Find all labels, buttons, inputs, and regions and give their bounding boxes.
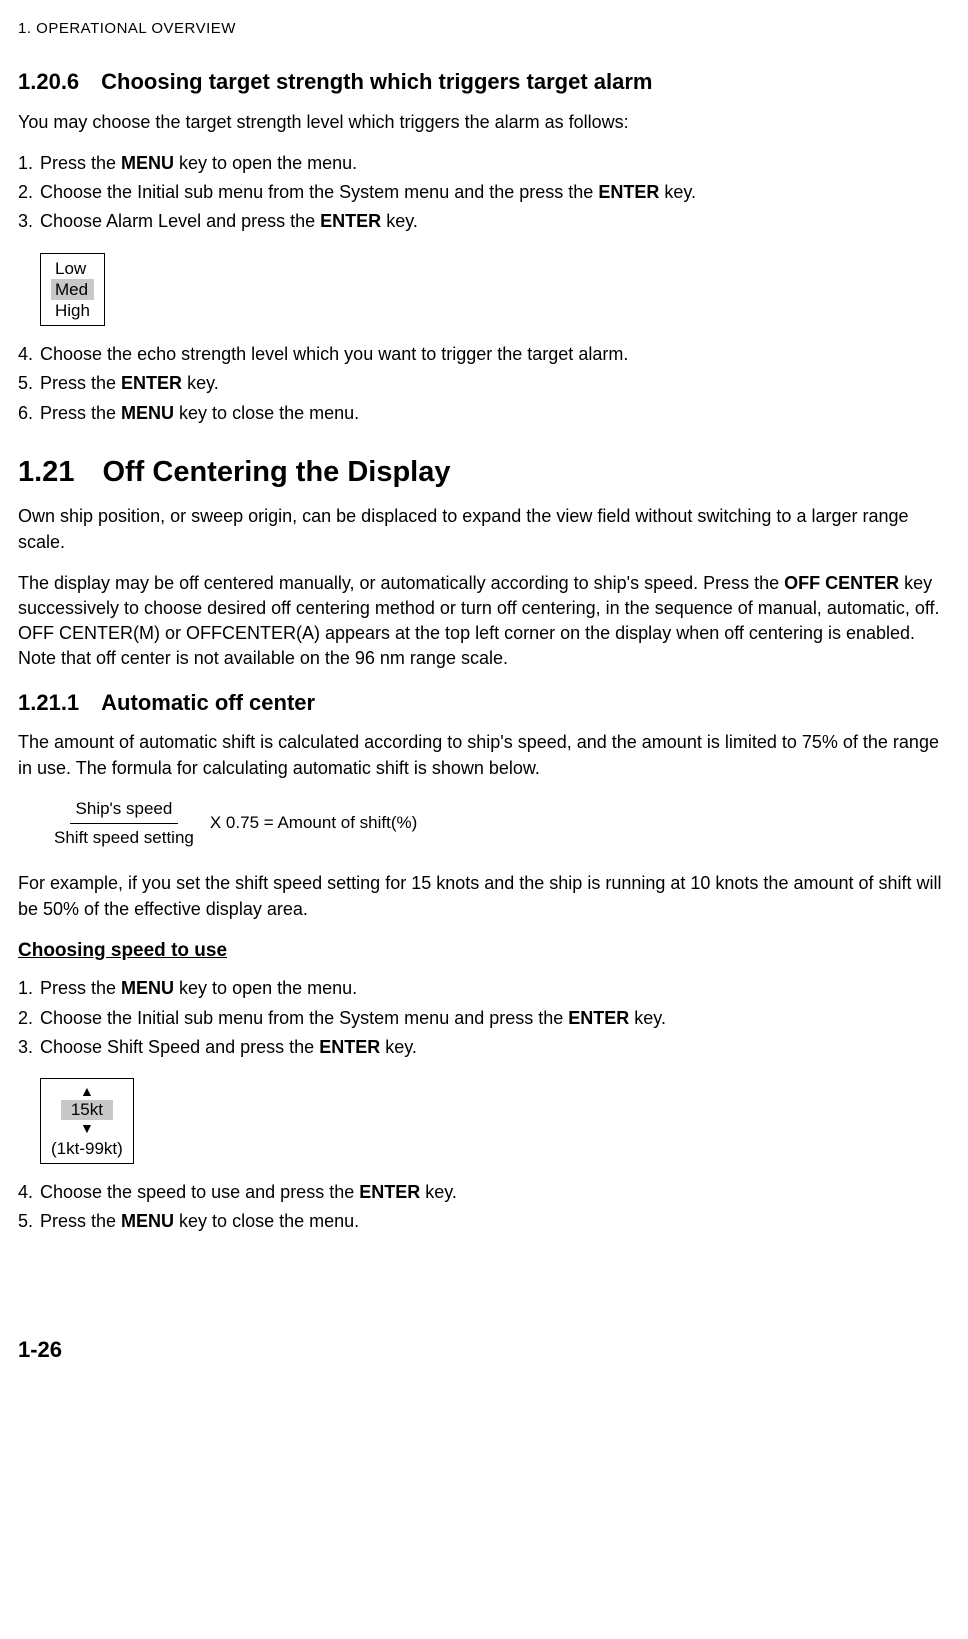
- list-item: Press the MENU key to close the menu.: [18, 401, 950, 426]
- section-1-20-6-heading: 1.20.6 Choosing target strength which tri…: [18, 67, 950, 98]
- list-item: Choose the Initial sub menu from the Sys…: [18, 1006, 950, 1031]
- list-item: Press the MENU key to close the menu.: [18, 1209, 950, 1234]
- list-item: Press the MENU key to open the menu.: [18, 151, 950, 176]
- section-title: Off Centering the Display: [102, 456, 450, 488]
- list-item: Choose Alarm Level and press the ENTER k…: [18, 209, 950, 234]
- section-num: 1.20.6: [18, 67, 79, 98]
- choosing-speed-subtitle: Choosing speed to use: [18, 938, 950, 965]
- shift-speed-spinner: ▲ 15kt ▼ (1kt-99kt): [40, 1078, 134, 1164]
- list-item: Choose the echo strength level which you…: [18, 342, 950, 367]
- page-header: 1. OPERATIONAL OVERVIEW: [18, 18, 950, 39]
- steps-list-3: Press the MENU key to open the menu. Cho…: [18, 976, 950, 1060]
- option-med-selected: Med: [51, 279, 94, 300]
- fraction: Ship's speed Shift speed setting: [48, 797, 200, 850]
- section-num: 1.21: [18, 452, 74, 493]
- list-item: Press the MENU key to open the menu.: [18, 976, 950, 1001]
- section-title: Automatic off center: [101, 690, 315, 715]
- spinner-value: 15kt: [61, 1100, 113, 1120]
- list-item: Choose the speed to use and press the EN…: [18, 1180, 950, 1205]
- option-low: Low: [51, 258, 94, 279]
- section-1-21-1-heading: 1.21.1 Automatic off center: [18, 688, 950, 719]
- section-1-21-heading: 1.21 Off Centering the Display: [18, 452, 950, 493]
- paragraph: Own ship position, or sweep origin, can …: [18, 504, 950, 554]
- option-high: High: [51, 300, 94, 321]
- paragraph: For example, if you set the shift speed …: [18, 871, 950, 921]
- list-item: Choose Shift Speed and press the ENTER k…: [18, 1035, 950, 1060]
- section-num: 1.21.1: [18, 688, 79, 719]
- paragraph: The amount of automatic shift is calcula…: [18, 730, 950, 780]
- arrow-down-icon: ▼: [80, 1120, 94, 1137]
- formula-numerator: Ship's speed: [70, 797, 179, 824]
- paragraph: The display may be off centered manually…: [18, 571, 950, 672]
- arrow-up-icon: ▲: [80, 1083, 94, 1100]
- spinner-range: (1kt-99kt): [51, 1139, 123, 1159]
- formula-rest: X 0.75 = Amount of shift(%): [210, 811, 417, 835]
- alarm-level-options: Low Med High: [40, 253, 105, 327]
- page-number: 1-26: [18, 1335, 950, 1366]
- formula-denominator: Shift speed setting: [48, 824, 200, 850]
- steps-list-4: Choose the speed to use and press the EN…: [18, 1180, 950, 1234]
- steps-list-2: Choose the echo strength level which you…: [18, 342, 950, 426]
- intro-text: You may choose the target strength level…: [18, 110, 950, 135]
- section-title: Choosing target strength which triggers …: [101, 69, 652, 94]
- list-item: Choose the Initial sub menu from the Sys…: [18, 180, 950, 205]
- list-item: Press the ENTER key.: [18, 371, 950, 396]
- shift-formula: Ship's speed Shift speed setting X 0.75 …: [48, 797, 950, 850]
- steps-list-1: Press the MENU key to open the menu. Cho…: [18, 151, 950, 235]
